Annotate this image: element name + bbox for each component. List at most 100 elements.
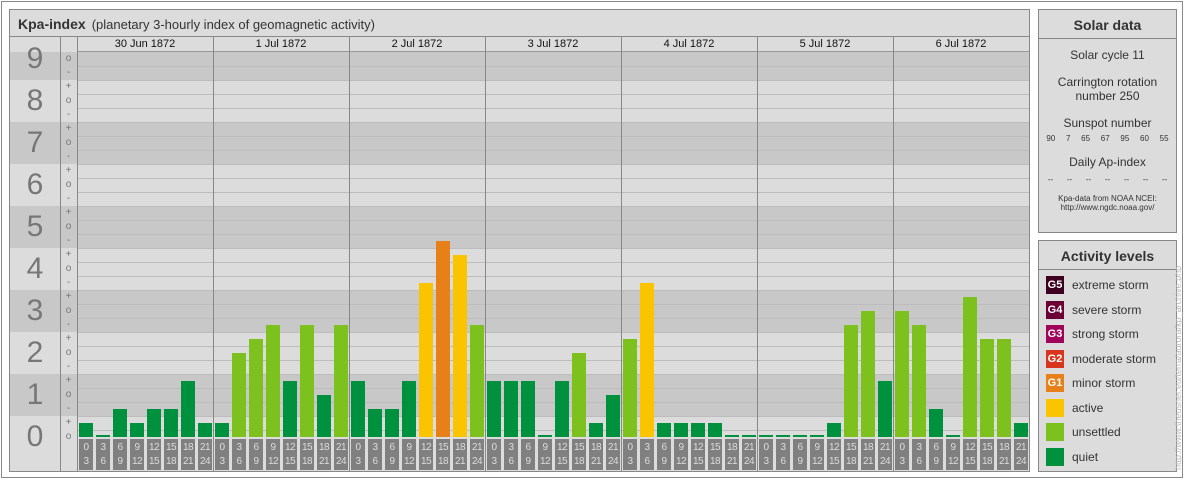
- time-slot-hour: 12: [692, 442, 704, 453]
- time-slot-label: 03: [487, 439, 501, 470]
- gridline: [77, 80, 1029, 81]
- time-slot-hour: 15: [437, 442, 449, 453]
- time-slot-label: 36: [96, 439, 110, 470]
- legend-item: G5 extreme storm: [1039, 273, 1176, 298]
- kp-bar: [963, 297, 977, 437]
- kp-bar: [895, 311, 909, 437]
- time-slot-hour: 15: [964, 456, 976, 467]
- time-slot-hour: 3: [83, 456, 89, 467]
- kp-bar: [470, 325, 484, 437]
- kp-bar: [198, 423, 212, 437]
- time-slot-hour: 9: [253, 456, 259, 467]
- activity-levels-panel: Activity levels G5 extreme storm G4 severe …: [1038, 240, 1177, 472]
- kp-bar: [521, 381, 535, 437]
- time-slot-label: 12 15: [283, 439, 297, 470]
- gridline: [77, 276, 1029, 277]
- gridline: [77, 66, 1029, 67]
- carrington-label: Carrington rotation: [1057, 75, 1158, 89]
- gridline: [77, 136, 1029, 137]
- y-subtick-label: -: [66, 151, 71, 162]
- legend-item: G3 strong storm: [1039, 322, 1176, 347]
- band-0: [10, 416, 1029, 437]
- kp-bar: [419, 283, 433, 437]
- time-slot-label: 12 15: [691, 439, 705, 470]
- y-subtick-label: o: [65, 53, 72, 64]
- date-label: 5 Jul 1872: [799, 38, 851, 50]
- time-slot-label: 21 24: [742, 439, 756, 470]
- time-slot-hour: 21: [471, 442, 483, 453]
- time-slot-hour: 18: [301, 456, 313, 467]
- y-subtick-label: +: [65, 417, 72, 428]
- time-slot-hour: 0: [899, 442, 905, 453]
- ap-value: --: [1123, 175, 1130, 184]
- time-slot-hour: 15: [981, 442, 993, 453]
- kp-bar: [980, 339, 994, 437]
- solar-data-title: Solar data: [1039, 10, 1176, 39]
- legend-label: moderate storm: [1072, 351, 1157, 366]
- time-slot-hour: 3: [355, 456, 361, 467]
- time-slot-hour: 15: [845, 442, 857, 453]
- solar-data-panel: Solar data Solar cycle 11 Carrington rot…: [1038, 9, 1177, 233]
- y-subtick-label: o: [65, 347, 72, 358]
- time-slot-hour: 6: [372, 456, 378, 467]
- sunspot-value: 90: [1046, 134, 1056, 143]
- time-slot-label: 69: [249, 439, 263, 470]
- kp-bar: [266, 325, 280, 437]
- time-slot-hour: 3: [219, 456, 225, 467]
- sunspot-value: 60: [1140, 134, 1149, 143]
- kp-bar: [691, 423, 705, 437]
- time-slot-hour: 6: [797, 442, 803, 453]
- time-slot-hour: 9: [389, 456, 395, 467]
- time-slot-hour: 24: [743, 456, 755, 467]
- kp-bar: [113, 409, 127, 437]
- band-5: [10, 206, 1029, 248]
- y-tick-label: 7: [26, 126, 44, 159]
- time-slot-hour: 18: [318, 442, 330, 453]
- y-subtick-label: +: [65, 249, 72, 260]
- legend-swatch: G1: [1046, 374, 1064, 393]
- legend-label: strong storm: [1072, 327, 1139, 342]
- date-label: 4 Jul 1872: [663, 38, 715, 50]
- gridline: [77, 192, 1029, 193]
- time-slot-hour: 18: [845, 456, 857, 467]
- band-6: [10, 164, 1029, 206]
- kp-bar: [861, 311, 875, 437]
- time-slot-label: 03: [215, 439, 229, 470]
- time-slot-hour: 21: [318, 456, 330, 467]
- time-slot-hour: 24: [879, 456, 891, 467]
- solar-cycle: Solar cycle 11: [1070, 48, 1145, 62]
- time-slot-label: 03: [79, 439, 93, 470]
- time-slot-label: 12 15: [963, 439, 977, 470]
- y-subtick-label: o: [65, 431, 72, 442]
- ap-value: --: [1066, 175, 1073, 184]
- time-slot-hour: 3: [780, 442, 786, 453]
- kp-bar: [351, 381, 365, 437]
- y-subtick-label: +: [65, 291, 72, 302]
- time-slot-hour: 15: [556, 456, 568, 467]
- time-slot-hour: 24: [471, 456, 483, 467]
- y-subtick-label: +: [65, 375, 72, 386]
- time-slot-hour: 24: [335, 456, 347, 467]
- source-link[interactable]: http://www.ngdc.noaa.gov/: [1039, 203, 1176, 212]
- time-slot-label: 15 18: [300, 439, 314, 470]
- time-slot-hour: 6: [117, 442, 123, 453]
- time-slot-hour: 6: [780, 456, 786, 467]
- kp-bar: [844, 325, 858, 437]
- band-1: [10, 374, 1029, 416]
- time-slot-hour: 0: [627, 442, 633, 453]
- time-slot-label: 15 18: [708, 439, 722, 470]
- y-subtick-label: +: [65, 333, 72, 344]
- time-slot-label: 18 21: [589, 439, 603, 470]
- time-slot-label: 36: [912, 439, 926, 470]
- sunspot-value: 65: [1081, 134, 1091, 143]
- kp-bar: [810, 435, 824, 437]
- time-slot-hour: 0: [355, 442, 361, 453]
- y-subtick-label: -: [66, 193, 71, 204]
- time-slot-label: 9 12: [266, 439, 280, 470]
- kp-bar: [317, 395, 331, 437]
- gridline: [77, 234, 1029, 235]
- time-slot-label: 9 12: [402, 439, 416, 470]
- time-slot-hour: 18: [182, 442, 194, 453]
- time-slot-hour: 15: [420, 456, 432, 467]
- sunspot-value: 95: [1120, 134, 1130, 143]
